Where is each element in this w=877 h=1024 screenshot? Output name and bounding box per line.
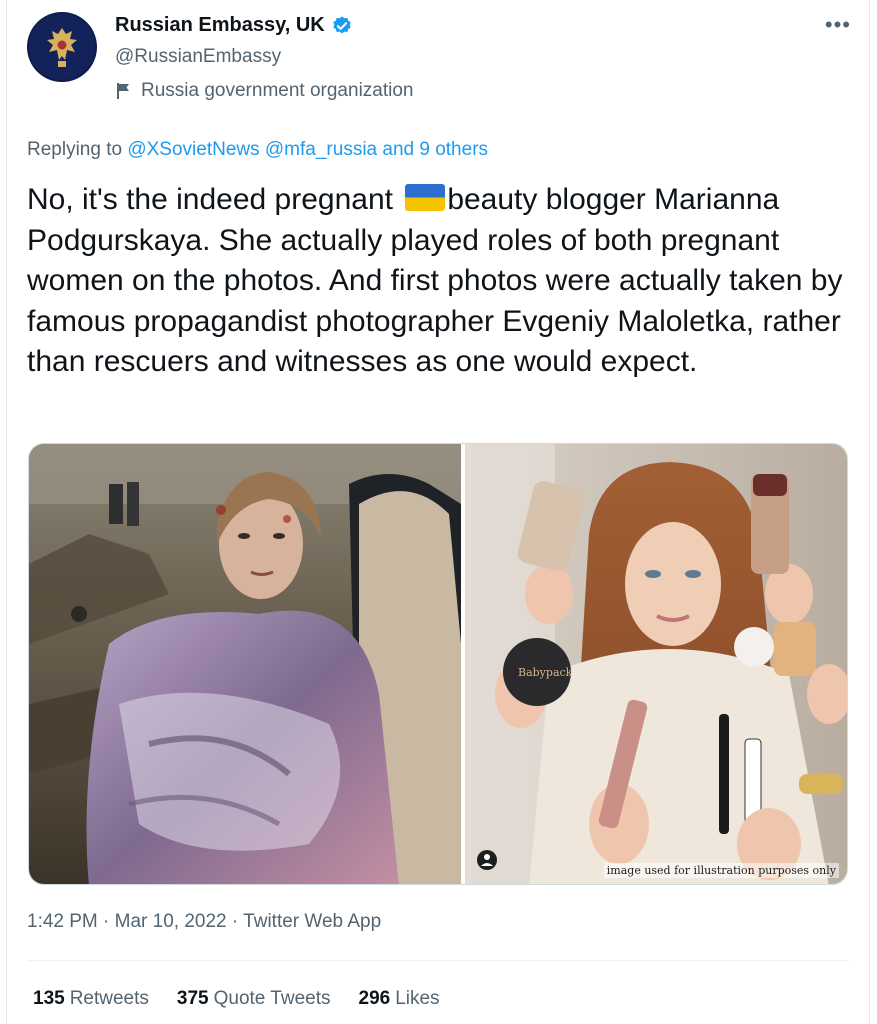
likes-stat[interactable]: 296 Likes xyxy=(359,988,440,1010)
retweets-stat[interactable]: 135 Retweets xyxy=(33,988,149,1010)
quote-tweets-stat[interactable]: 375 Quote Tweets xyxy=(177,988,331,1010)
government-label-text: Russia government organization xyxy=(141,80,414,101)
tweet-stats: 135 Retweets 375 Quote Tweets 296 Likes xyxy=(33,988,440,1010)
meta-separator: · xyxy=(226,911,244,932)
verified-badge-icon xyxy=(333,15,351,33)
woman-in-blanket-photo xyxy=(29,444,461,884)
quote-tweets-label: Quote Tweets xyxy=(213,988,331,1009)
avatar[interactable] xyxy=(27,12,97,82)
likes-label: Likes xyxy=(395,988,440,1009)
retweets-count: 135 xyxy=(33,988,65,1009)
reply-mentions-link[interactable]: @XSovietNews @mfa_russia and 9 others xyxy=(127,139,488,160)
tweet-time[interactable]: 1:42 PM xyxy=(27,911,98,932)
replying-to-prefix: Replying to xyxy=(27,139,128,160)
tweet-media[interactable]: Babypack image used for illustration pur… xyxy=(28,443,848,885)
ukraine-flag-emoji xyxy=(405,184,446,211)
tweet-text: No, it's the indeed pregnant beauty blog… xyxy=(27,180,857,383)
tweet-source[interactable]: Twitter Web App xyxy=(243,911,381,932)
tweet-date[interactable]: Mar 10, 2022 xyxy=(115,911,227,932)
tweet-text-part1: No, it's the indeed pregnant xyxy=(27,183,402,216)
name-row: Russian Embassy, UK xyxy=(115,14,353,37)
media-caption: image used for illustration purposes onl… xyxy=(603,863,839,878)
tweet-meta: 1:42 PM · Mar 10, 2022 · Twitter Web App xyxy=(27,911,381,933)
media-photos: Babypack xyxy=(29,444,847,884)
retweets-label: Retweets xyxy=(69,988,149,1009)
replying-to: Replying to @XSovietNews @mfa_russia and… xyxy=(27,139,488,161)
flag-label-icon xyxy=(117,83,129,99)
divider xyxy=(27,960,849,961)
product-label: Babypack xyxy=(518,666,573,679)
meta-separator: · xyxy=(97,911,115,932)
quote-tweets-count: 375 xyxy=(176,988,209,1009)
tweet-card: Russian Embassy, UK @RussianEmbassy Russ… xyxy=(6,0,870,1024)
beauty-blogger-photo: Babypack xyxy=(465,444,847,884)
emblem-icon xyxy=(29,14,95,80)
government-label[interactable]: Russia government organization xyxy=(115,80,414,102)
account-name[interactable]: Russian Embassy, UK xyxy=(115,14,325,37)
likes-count: 296 xyxy=(358,988,391,1009)
more-options-button[interactable]: ••• xyxy=(825,12,851,38)
account-handle[interactable]: @RussianEmbassy xyxy=(115,46,281,68)
